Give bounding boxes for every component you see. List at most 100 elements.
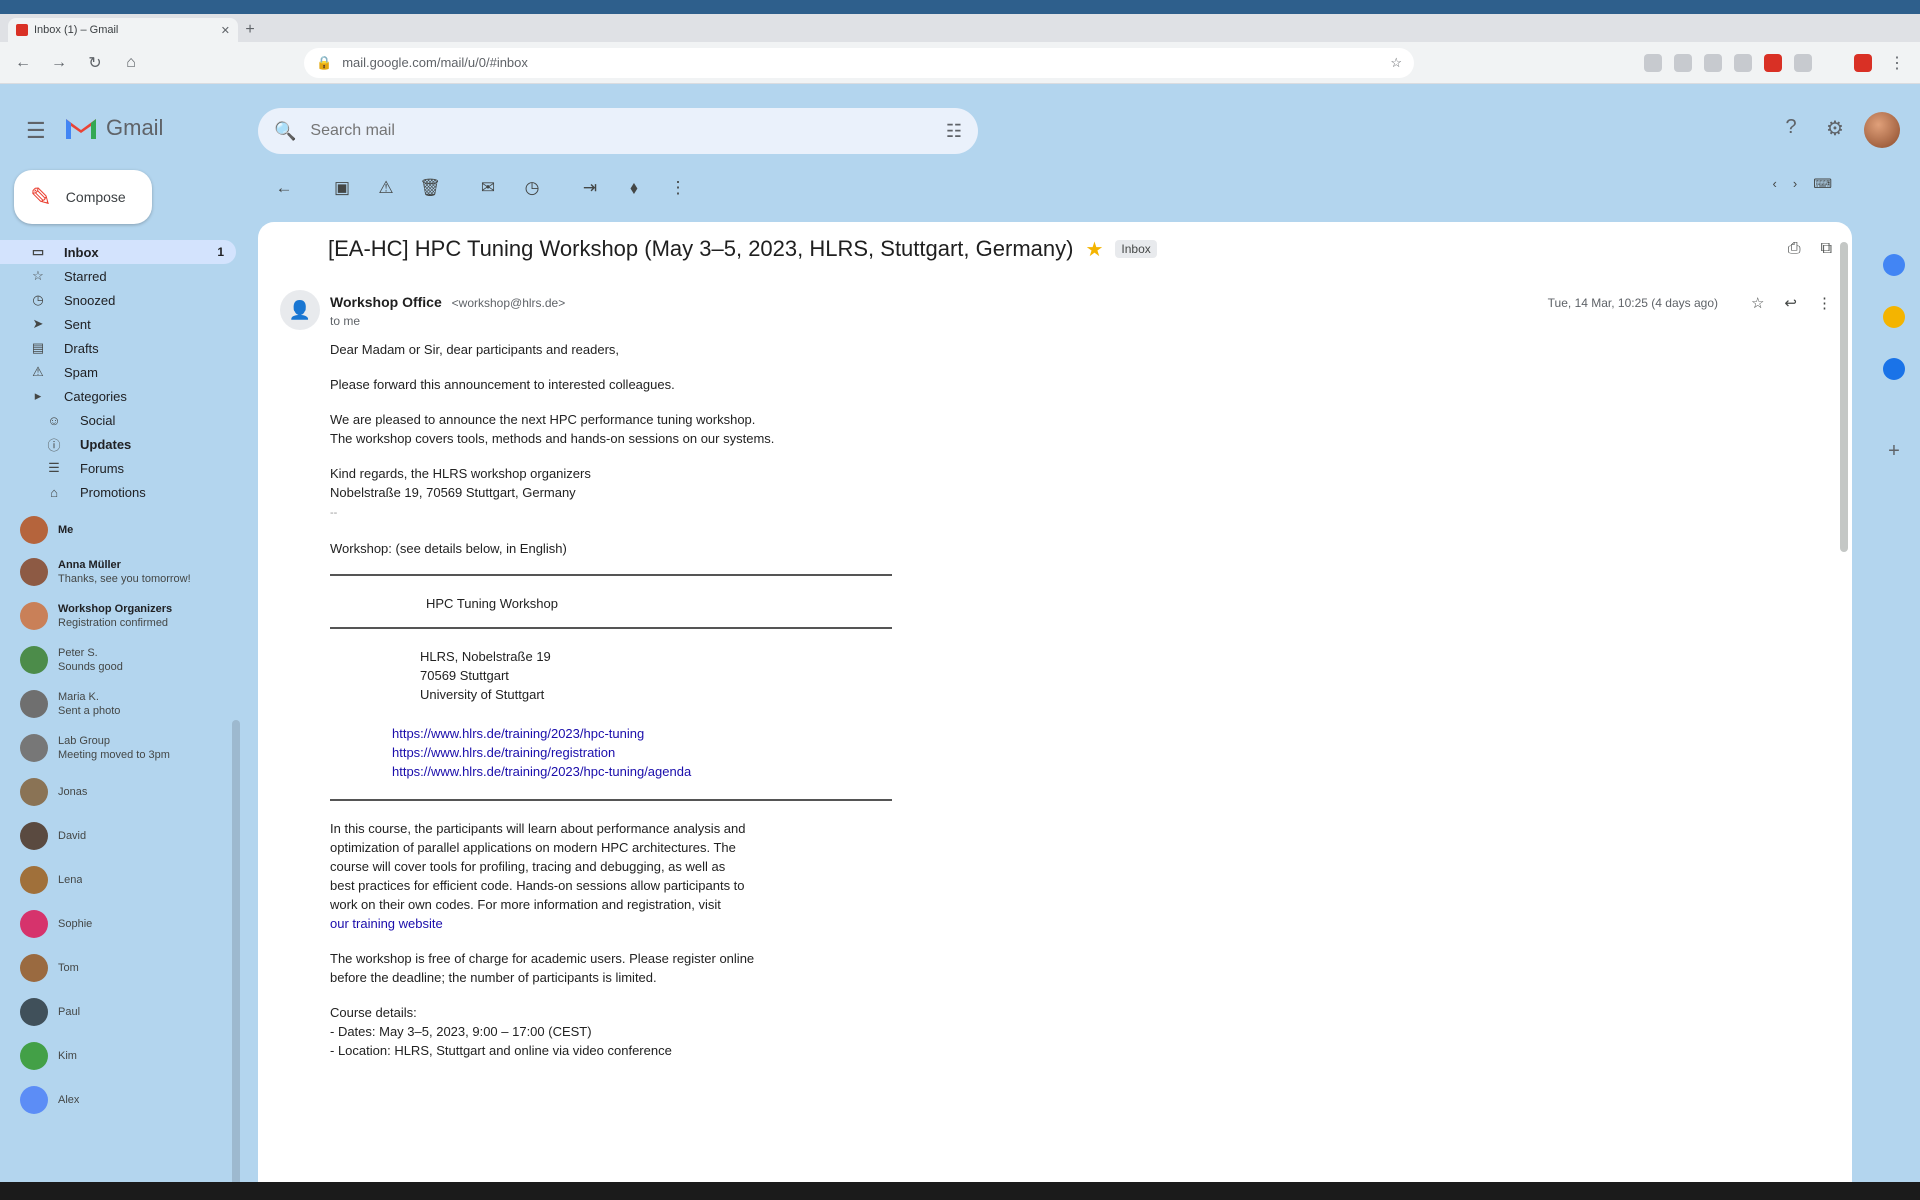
compose-button[interactable]: ✎ Compose bbox=[14, 170, 152, 224]
label-icon[interactable]: ⬧ bbox=[612, 170, 656, 206]
folder-label: Forums bbox=[80, 460, 125, 476]
back-to-inbox-icon[interactable]: ← bbox=[262, 170, 306, 206]
sidebar-item-updates[interactable]: ⓘ Updates bbox=[0, 432, 236, 456]
body-line: optimization of parallel applications on… bbox=[330, 840, 736, 855]
add-addon-icon[interactable]: + bbox=[1888, 440, 1900, 463]
sidebar-item-sent[interactable]: ➤ Sent bbox=[0, 312, 236, 336]
chat-item[interactable]: Alex bbox=[20, 1080, 232, 1120]
forward-arrow-icon[interactable]: → bbox=[46, 50, 72, 76]
folder-label: Promotions bbox=[80, 484, 146, 500]
reply-icon[interactable]: ↩ bbox=[1784, 294, 1797, 312]
new-tab-button[interactable]: + bbox=[238, 18, 262, 42]
chat-item[interactable]: Anna Müller Thanks, see you tomorrow! bbox=[20, 552, 232, 592]
mark-unread-icon[interactable]: ✉ bbox=[466, 170, 510, 206]
chat-item[interactable]: Sophie bbox=[20, 904, 232, 944]
body-paragraph: Workshop: (see details below, in English… bbox=[330, 541, 567, 556]
extension-icon[interactable] bbox=[1794, 53, 1812, 72]
address-line: HLRS, Nobelstraße 19 bbox=[420, 649, 551, 664]
message-scrollbar[interactable] bbox=[1840, 242, 1848, 552]
recipient-line[interactable]: to me bbox=[330, 314, 360, 328]
account-avatar[interactable] bbox=[1864, 112, 1900, 148]
calendar-addon-icon[interactable] bbox=[1883, 254, 1905, 276]
search-icon[interactable]: 🔍 bbox=[274, 121, 296, 142]
chat-name: Maria K. bbox=[58, 691, 99, 703]
reload-icon[interactable]: ↻ bbox=[82, 50, 108, 76]
extension-icon[interactable] bbox=[1734, 53, 1752, 72]
extension-icon[interactable] bbox=[1674, 53, 1692, 72]
open-new-window-icon[interactable]: ⧉ bbox=[1821, 240, 1832, 258]
profile-extension-icon[interactable] bbox=[1854, 53, 1872, 72]
chat-item[interactable]: Maria K. Sent a photo bbox=[20, 684, 232, 724]
chat-item[interactable]: Tom bbox=[20, 948, 232, 988]
chat-name: Sophie bbox=[58, 918, 93, 930]
sidebar-item-starred[interactable]: ☆ Starred bbox=[0, 264, 236, 288]
address-block: HLRS, Nobelstraße 19 70569 Stuttgart Uni… bbox=[420, 647, 1130, 704]
extension-icon[interactable] bbox=[1764, 53, 1782, 72]
sidebar-item-forums[interactable]: ☰ Forums bbox=[0, 456, 236, 480]
body-paragraph: Please forward this announcement to inte… bbox=[330, 377, 675, 392]
delete-icon[interactable]: 🗑 bbox=[408, 170, 452, 206]
avatar bbox=[20, 516, 48, 544]
people-icon: ☺ bbox=[47, 412, 61, 428]
archive-icon[interactable]: ▣ bbox=[320, 170, 364, 206]
chat-item[interactable]: Lab Group Meeting moved to 3pm bbox=[20, 728, 232, 768]
sidebar-item-drafts[interactable]: ▤ Drafts bbox=[0, 336, 236, 360]
address-bar[interactable]: 🔒 mail.google.com/mail/u/0/#inbox ☆ bbox=[304, 47, 1414, 78]
registration-link[interactable]: https://www.hlrs.de/training/registratio… bbox=[392, 743, 1130, 762]
sidebar-item-categories[interactable]: ▸ Categories bbox=[0, 384, 236, 408]
main-menu-icon[interactable]: ☰ bbox=[26, 118, 46, 144]
settings-gear-icon[interactable]: ⚙ bbox=[1822, 116, 1848, 142]
print-icon[interactable]: ⎙ bbox=[1788, 240, 1801, 258]
sidebar-item-inbox[interactable]: ▭ Inbox 1 bbox=[0, 240, 236, 264]
sidebar-item-snoozed[interactable]: ◷ Snoozed bbox=[0, 288, 236, 312]
chat-name: Peter S. bbox=[58, 647, 98, 659]
send-icon: ➤ bbox=[32, 316, 44, 331]
extension-icon[interactable] bbox=[1704, 53, 1722, 72]
training-website-link[interactable]: our training website bbox=[330, 916, 443, 931]
star-icon[interactable]: ☆ bbox=[1751, 294, 1764, 312]
more-options-icon[interactable]: ⋮ bbox=[656, 170, 700, 206]
chat-item[interactable]: Peter S. Sounds good bbox=[20, 640, 232, 680]
important-star-icon[interactable]: ★ bbox=[1085, 237, 1103, 262]
input-tools-icon[interactable]: ⌨ bbox=[1813, 176, 1832, 192]
extension-icon[interactable] bbox=[1644, 53, 1662, 72]
report-spam-icon[interactable]: ⚠ bbox=[364, 170, 408, 206]
browser-tab[interactable]: Inbox (1) – Gmail ✕ bbox=[8, 18, 238, 42]
next-message-icon[interactable]: › bbox=[1793, 176, 1797, 192]
sidebar-item-promotions[interactable]: ⌂ Promotions bbox=[0, 480, 236, 504]
sidebar-item-social[interactable]: ☺ Social bbox=[0, 408, 236, 432]
more-icon[interactable]: ⋮ bbox=[1817, 294, 1832, 312]
back-arrow-icon[interactable]: ← bbox=[10, 50, 36, 76]
chat-item[interactable]: Workshop Organizers Registration confirme… bbox=[20, 596, 232, 636]
agenda-link[interactable]: https://www.hlrs.de/training/2023/hpc-tu… bbox=[392, 762, 1130, 781]
chat-item[interactable]: Jonas bbox=[20, 772, 232, 812]
gmail-logo[interactable]: Gmail bbox=[64, 115, 163, 141]
search-options-icon[interactable]: ☷ bbox=[946, 121, 962, 142]
workshop-link[interactable]: https://www.hlrs.de/training/2023/hpc-tu… bbox=[392, 724, 1130, 743]
chat-item[interactable]: Paul bbox=[20, 992, 232, 1032]
search-bar[interactable]: 🔍 ☷ bbox=[258, 108, 978, 154]
home-icon[interactable]: ⌂ bbox=[118, 50, 144, 76]
tasks-addon-icon[interactable] bbox=[1883, 358, 1905, 380]
menu-dots-icon[interactable]: ⋮ bbox=[1884, 50, 1910, 76]
chat-item[interactable]: Lena bbox=[20, 860, 232, 900]
keep-addon-icon[interactable] bbox=[1883, 306, 1905, 328]
move-to-icon[interactable]: ⇥ bbox=[568, 170, 612, 206]
sender-name[interactable]: Workshop Office bbox=[330, 294, 442, 310]
snooze-icon[interactable]: ◷ bbox=[510, 170, 554, 206]
search-input[interactable] bbox=[310, 122, 932, 140]
body-line: - Location: HLRS, Stuttgart and online v… bbox=[330, 1043, 672, 1058]
inbox-label-chip[interactable]: Inbox bbox=[1115, 240, 1157, 258]
sidebar-item-spam[interactable]: ⚠ Spam bbox=[0, 360, 236, 384]
sidebar-scrollbar[interactable] bbox=[232, 720, 240, 1200]
links-block: https://www.hlrs.de/training/2023/hpc-tu… bbox=[392, 724, 1130, 781]
bookmark-star-icon[interactable]: ☆ bbox=[1390, 55, 1402, 71]
chat-item[interactable]: Me bbox=[20, 510, 232, 550]
chat-item[interactable]: David bbox=[20, 816, 232, 856]
divider bbox=[330, 574, 892, 576]
help-icon[interactable]: ? bbox=[1778, 116, 1804, 142]
body-line: Kind regards, the HLRS workshop organize… bbox=[330, 466, 591, 481]
prev-message-icon[interactable]: ‹ bbox=[1773, 176, 1777, 192]
chat-item[interactable]: Kim bbox=[20, 1036, 232, 1076]
close-tab-icon[interactable]: ✕ bbox=[221, 24, 230, 37]
